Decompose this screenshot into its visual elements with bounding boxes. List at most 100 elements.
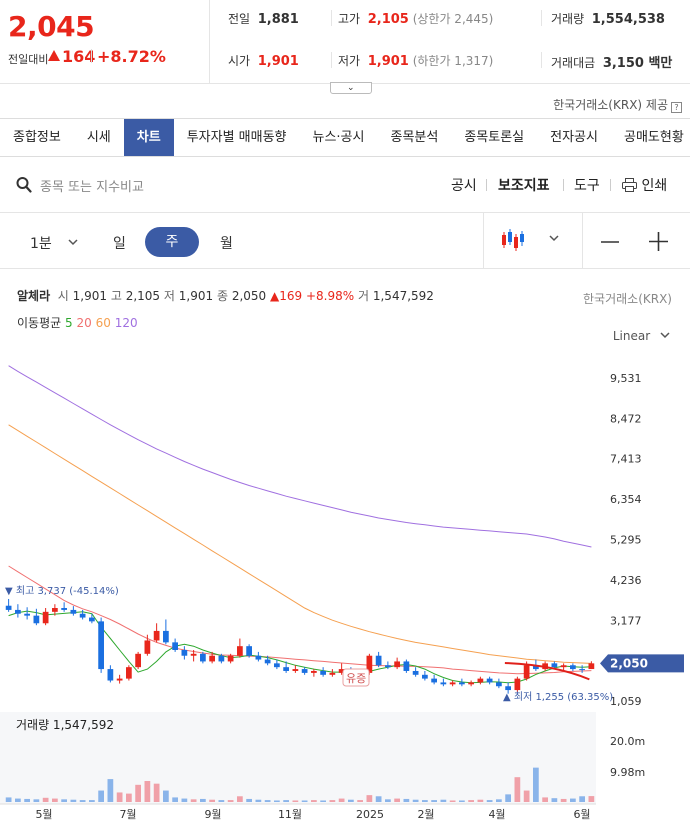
minute-select[interactable]: 1분	[30, 233, 78, 253]
volume-bar	[348, 799, 354, 802]
volume-bar	[385, 799, 391, 802]
candle-body	[33, 615, 40, 624]
low-field: 저가 1,901 (하한가 1,317)	[338, 52, 493, 69]
volume-bar	[70, 799, 77, 802]
volume-bar	[320, 800, 326, 802]
chevron-down-icon: ⌄	[347, 83, 355, 93]
scale-select[interactable]: Linear	[613, 329, 670, 343]
candle-body	[431, 678, 437, 683]
ma120-line	[8, 365, 592, 548]
week-button[interactable]: 주	[145, 227, 199, 257]
volume-bar	[357, 800, 363, 802]
volume-bar	[468, 800, 474, 802]
volume-bar	[264, 800, 271, 802]
volume-bar	[246, 798, 252, 802]
x-tick-label: 11월	[278, 808, 302, 821]
tab-overview[interactable]: 종합정보	[0, 119, 74, 156]
volume-label: 거래량	[551, 12, 585, 26]
candle-body	[560, 665, 567, 668]
zoom-in-icon[interactable]	[649, 232, 668, 251]
expand-quote-button[interactable]: ⌄	[330, 82, 372, 94]
volume-bar	[42, 797, 49, 802]
tab-chart[interactable]: 차트	[123, 119, 174, 156]
tab-news-disclosure[interactable]: 뉴스·공시	[300, 119, 378, 156]
candle-body	[375, 655, 382, 666]
stock-name: 알체라	[17, 289, 51, 303]
volume-bar	[218, 800, 225, 802]
candle-body	[496, 682, 502, 687]
disclosure-button[interactable]: 공시	[451, 175, 477, 195]
volume-bar	[209, 799, 215, 802]
moving-average-legend: 이동평균 5 20 60 120	[17, 314, 138, 331]
candle-body	[533, 665, 539, 670]
volume-bar	[163, 790, 169, 802]
event-label: 유증	[346, 672, 366, 685]
candle-body	[42, 611, 49, 624]
compare-search-input[interactable]: 종목 또는 지수비교	[40, 176, 144, 195]
chevron-down-icon[interactable]	[549, 235, 559, 242]
volume-bar	[422, 800, 428, 802]
candle-body	[190, 653, 197, 656]
zoom-out-icon[interactable]	[601, 233, 619, 251]
y-tick-label: 3,177	[610, 614, 642, 627]
indicators-button[interactable]: 보조지표	[498, 175, 550, 195]
tab-investor-trading[interactable]: 투자자별 매매동향	[174, 119, 300, 156]
candle-body	[255, 655, 262, 660]
ch-close-label: 종	[216, 289, 228, 303]
volume-bar	[542, 797, 548, 802]
candle-body	[579, 669, 585, 671]
volume-bar	[172, 797, 178, 802]
month-button[interactable]: 월	[220, 233, 233, 253]
volume-bar	[33, 799, 40, 802]
current-price-label: 2,050	[610, 656, 648, 670]
tools-button[interactable]: 도구	[574, 175, 600, 195]
candlestick-type-icon[interactable]	[500, 227, 528, 253]
search-icon[interactable]	[16, 176, 32, 194]
candle-body	[209, 655, 215, 662]
day-button[interactable]: 일	[113, 233, 126, 253]
volume-bar	[431, 800, 437, 802]
low-label: 저가	[338, 54, 361, 68]
tab-forum[interactable]: 종목토론실	[451, 119, 537, 156]
ma60-line	[8, 424, 592, 664]
ma5-line	[8, 610, 592, 684]
high-label: 고가	[338, 12, 361, 26]
stock-tabs: 종합정보 시세 차트 투자자별 매매동향 뉴스·공시 종목분석 종목토론실 전자공시 공매도현황	[0, 118, 690, 157]
divider	[486, 179, 487, 191]
quote-panel: 2,045 전일대비 164 +8.72% 전일 1,881 고가 2,105 …	[0, 0, 690, 84]
candle-body	[486, 678, 493, 683]
candle-body	[422, 674, 428, 679]
tab-e-disclosure[interactable]: 전자공시	[537, 119, 611, 156]
tab-short-selling[interactable]: 공매도현황	[611, 119, 690, 156]
candle-body	[135, 653, 141, 668]
ma120-label[interactable]: 120	[115, 316, 138, 330]
candle-body	[338, 669, 345, 673]
y-tick-label: 7,413	[610, 453, 642, 466]
volume-bar	[15, 798, 21, 802]
tab-price[interactable]: 시세	[74, 119, 124, 156]
ch-volume: 1,547,592	[372, 289, 434, 303]
candle-body	[366, 655, 373, 673]
candle-body	[570, 665, 576, 670]
volume-bar	[560, 798, 567, 802]
ma60-label[interactable]: 60	[96, 316, 111, 330]
x-tick-label: 6월	[573, 808, 590, 821]
print-button[interactable]: 인쇄	[622, 175, 667, 195]
high-value: 2,105	[367, 12, 409, 27]
x-tick-label: 7월	[119, 808, 136, 821]
ma20-label[interactable]: 20	[76, 316, 91, 330]
lower-limit: (하한가 1,317)	[412, 54, 494, 68]
help-icon[interactable]: ?	[671, 102, 682, 113]
divider	[582, 213, 583, 268]
ma5-label[interactable]: 5	[65, 316, 73, 330]
divider	[610, 179, 611, 191]
chart-info: 알체라 시 1,901 고 2,105 저 1,901 종 2,050 ▲169…	[17, 287, 434, 304]
volume-bar	[24, 798, 30, 802]
candle-body	[348, 669, 354, 675]
volume-bar	[283, 800, 289, 802]
x-tick-label: 4월	[488, 808, 505, 821]
tab-analysis[interactable]: 종목분석	[377, 119, 451, 156]
scale-value: Linear	[612, 329, 651, 343]
ch-high: 2,105	[125, 289, 161, 303]
chevron-down-icon	[68, 239, 78, 246]
